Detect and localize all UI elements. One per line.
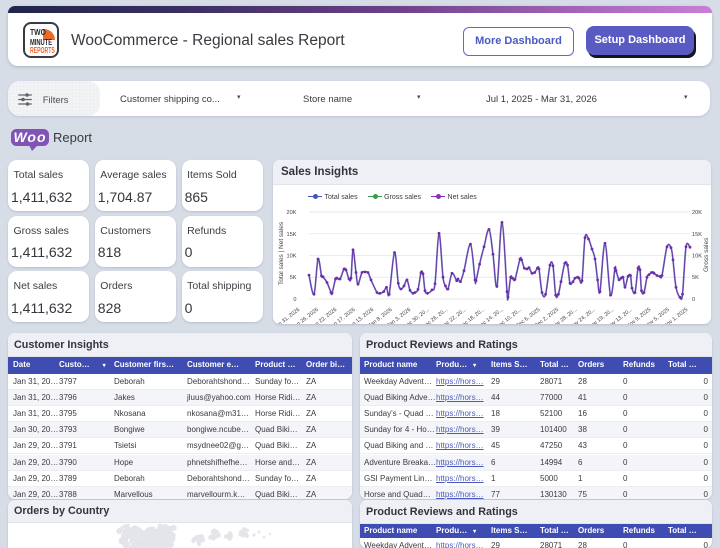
svg-text:5K: 5K	[290, 275, 297, 281]
svg-text:10K: 10K	[287, 254, 297, 260]
svg-text:0: 0	[692, 297, 695, 303]
svg-text:15K: 15K	[692, 232, 702, 238]
svg-text:0: 0	[293, 297, 296, 303]
svg-text:20K: 20K	[287, 210, 297, 216]
svg-text:5K: 5K	[692, 275, 699, 281]
svg-text:20K: 20K	[692, 210, 702, 216]
svg-text:10K: 10K	[692, 254, 702, 260]
svg-text:15K: 15K	[287, 232, 297, 238]
